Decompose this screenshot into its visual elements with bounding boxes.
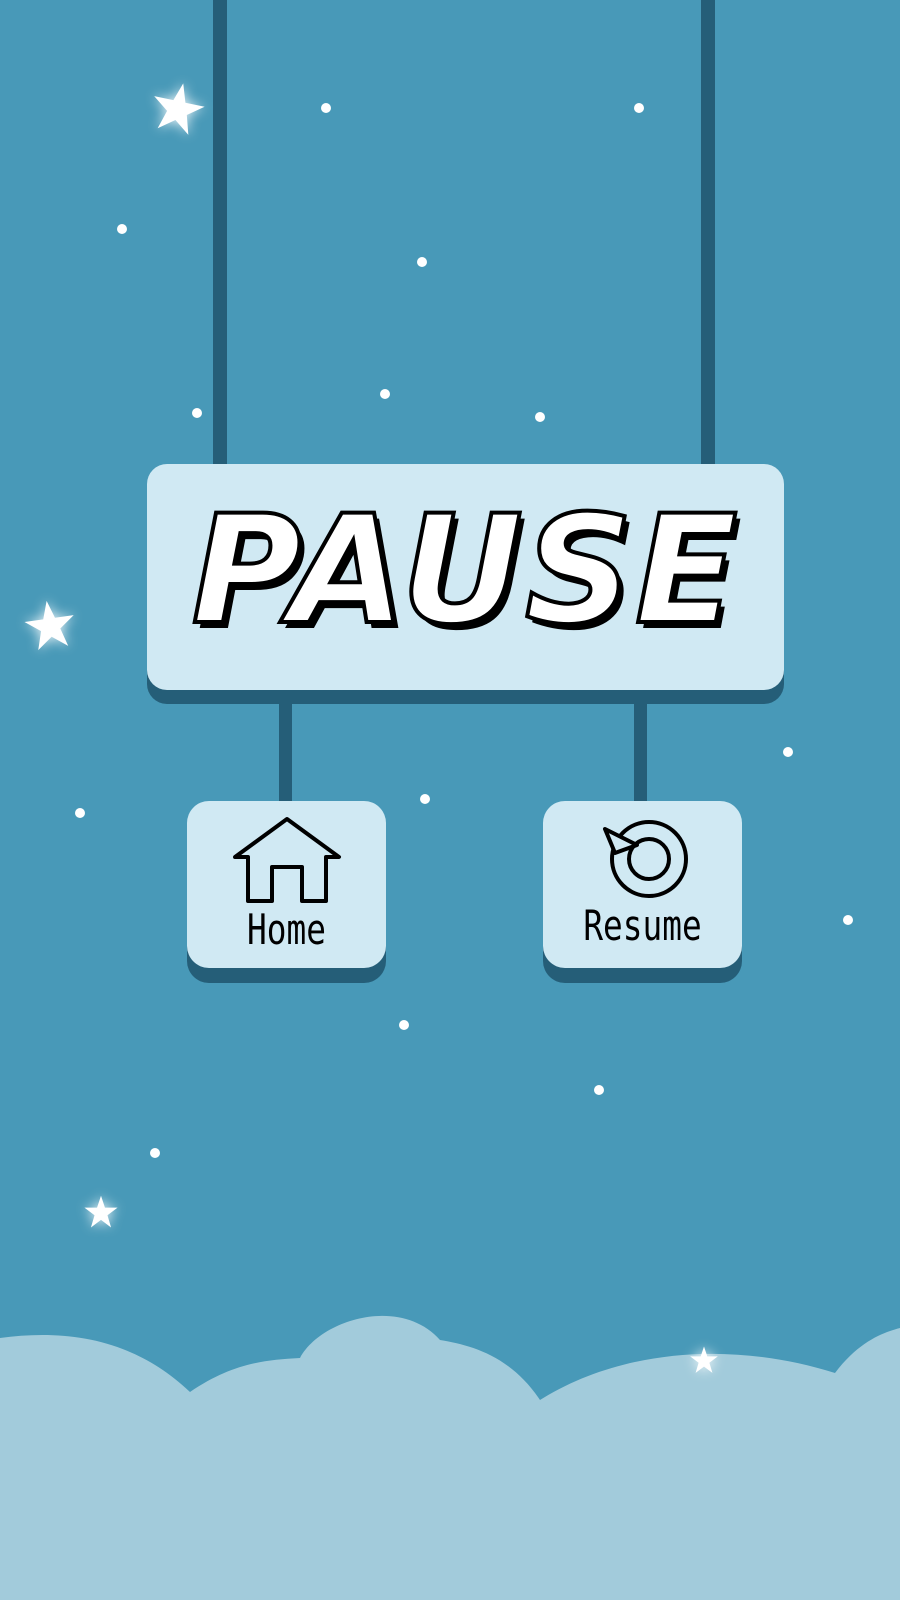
background-dot: [634, 103, 644, 113]
background-dot: [380, 389, 390, 399]
background-dot: [75, 808, 85, 818]
background-dot: [399, 1020, 409, 1030]
background-dot: [420, 794, 430, 804]
background-dot: [417, 257, 427, 267]
home-label: Home: [247, 905, 326, 954]
resume-button[interactable]: Resume: [543, 801, 742, 968]
star-icon: [154, 83, 205, 135]
star-icon: [84, 1195, 118, 1228]
rope-to-home: [279, 700, 292, 804]
star-icon: [690, 1346, 718, 1373]
background-dot: [150, 1148, 160, 1158]
rope-left: [213, 0, 227, 470]
background-dot: [843, 915, 853, 925]
background-dot: [594, 1085, 604, 1095]
background-dot: [192, 408, 202, 418]
background-dot: [117, 224, 127, 234]
house-icon: [187, 815, 386, 905]
rope-to-resume: [634, 700, 647, 804]
home-button[interactable]: Home: [187, 801, 386, 968]
rope-right: [701, 0, 715, 470]
background-dot: [535, 412, 545, 422]
star-icon: [24, 600, 74, 651]
background-dot: [783, 747, 793, 757]
background-dot: [321, 103, 331, 113]
clouds: [0, 1315, 900, 1600]
restart-icon: [543, 817, 742, 907]
pause-title: PAUSE: [190, 484, 740, 658]
pause-screen: PAUSE Home Resume: [0, 0, 900, 1600]
resume-label: Resume: [583, 901, 702, 950]
pause-sign: PAUSE: [147, 464, 784, 690]
